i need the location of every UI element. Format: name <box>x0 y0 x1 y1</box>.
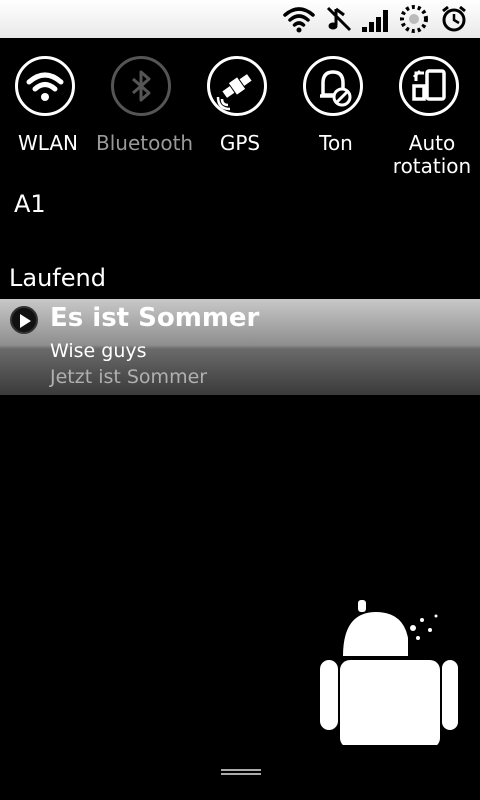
handle-line <box>221 773 261 775</box>
toggle-gps[interactable]: GPS <box>192 38 288 180</box>
ongoing-section-title: Laufend <box>9 264 106 292</box>
loading-icon <box>400 5 428 33</box>
toggle-label: Ton <box>319 131 353 155</box>
toggle-bluetooth[interactable]: Bluetooth <box>96 38 194 180</box>
gps-icon <box>207 56 267 116</box>
android-robot-wallpaper <box>320 600 458 746</box>
alarm-icon <box>442 5 466 32</box>
music-notification[interactable]: Es ist Sommer Wise guys Jetzt ist Sommer <box>0 299 480 395</box>
toggle-wlan[interactable]: WLAN <box>0 38 96 180</box>
status-bar <box>0 0 480 38</box>
handle-line <box>221 769 261 771</box>
bell-mute-icon <box>303 56 363 116</box>
rotation-icon <box>399 56 459 116</box>
notification-album: Jetzt ist Sommer <box>50 366 208 388</box>
toggle-sound[interactable]: Ton <box>288 38 384 180</box>
toggle-label: GPS <box>219 131 261 155</box>
signal-icon <box>362 10 388 32</box>
drag-handle[interactable] <box>221 769 261 778</box>
notification-title: Es ist Sommer <box>50 303 260 333</box>
bluetooth-icon <box>111 56 171 116</box>
wifi-icon <box>15 56 75 116</box>
toggle-label: Auto rotation <box>392 131 472 178</box>
quick-settings-toggles: WLAN Bluetooth GPS Ton Auto rotation <box>0 38 480 180</box>
wifi-icon <box>283 7 315 33</box>
notification-artist: Wise guys <box>50 340 147 362</box>
toggle-auto-rotation[interactable]: Auto rotation <box>384 38 480 180</box>
toggle-label: Bluetooth <box>96 131 194 155</box>
carrier-name: A1 <box>14 190 46 218</box>
toggle-label: WLAN <box>17 131 79 155</box>
play-icon <box>10 306 38 334</box>
sound-off-icon <box>326 6 352 32</box>
